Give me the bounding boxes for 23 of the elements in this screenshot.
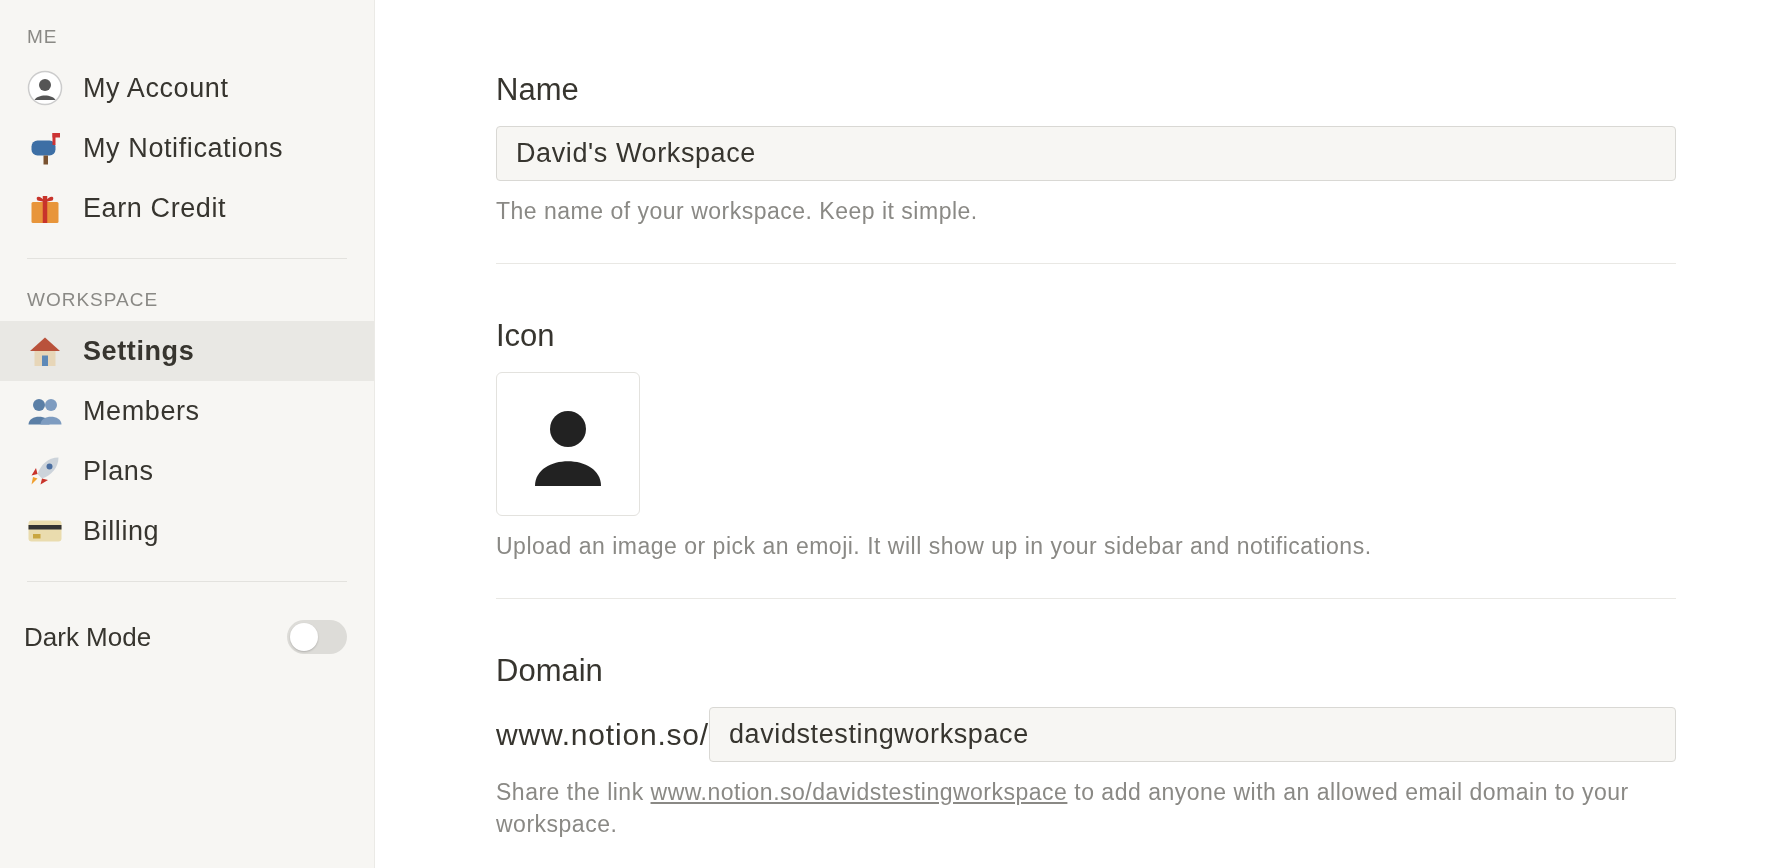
sidebar-item[interactable]: Settings [0, 321, 374, 381]
name-input-field[interactable]: David's Workspace [496, 126, 1676, 181]
dark-mode-toggle[interactable] [287, 620, 347, 654]
help-text: Upload an image or pick an emoji. It will show up in your sidebar and notifications. [496, 532, 1373, 561]
section-heading: ME [26, 26, 59, 48]
section-heading: Name [496, 72, 580, 108]
help-text: The name of your workspace. Keep it simple. [496, 197, 979, 226]
domain-prefix: www.notion.so/ [496, 717, 709, 752]
sidebar-item[interactable]: Plans [0, 441, 374, 501]
help-text: Share the link www.notion.so/davidstestingworkspace to add anyone with an allowed email domain to your workspace. [496, 778, 1630, 839]
sidebar-item[interactable]: Members [0, 381, 374, 441]
section-heading: Domain [496, 653, 604, 689]
sidebar-item[interactable]: My Account [0, 58, 374, 118]
dark-mode-label: Dark Mode [24, 621, 152, 653]
section-heading: WORKSPACE [26, 289, 160, 311]
domain-input-field[interactable]: davidstestingworkspace [708, 707, 1676, 762]
avatar-icon [27, 70, 63, 106]
sidebar-item[interactable]: Billing [0, 501, 374, 561]
sidebar-item[interactable]: My Notifications [0, 118, 374, 178]
domain-link[interactable]: www.notion.so/davidstestingworkspace [650, 779, 1068, 805]
sidebar-item[interactable]: Earn Credit [0, 178, 374, 238]
section-heading: Icon [496, 318, 556, 354]
workspace-icon-button[interactable] [496, 372, 640, 516]
